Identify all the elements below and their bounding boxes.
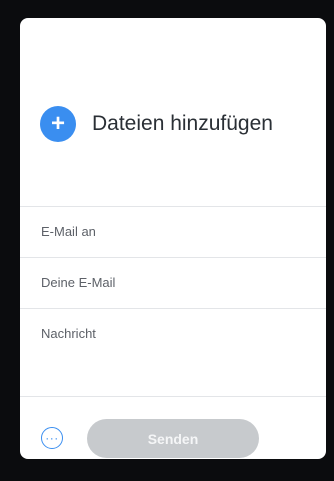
more-options-icon[interactable]: ··· <box>41 427 63 449</box>
email-to-field[interactable]: E-Mail an <box>20 206 326 257</box>
message-field[interactable]: Nachricht <box>20 308 326 359</box>
transfer-panel: + Dateien hinzufügen E-Mail an Deine E-M… <box>20 18 326 459</box>
add-files-button[interactable]: + Dateien hinzufügen <box>40 106 273 142</box>
add-files-label[interactable]: Dateien hinzufügen <box>92 112 273 136</box>
email-to-label: E-Mail an <box>41 224 96 239</box>
panel-footer: ··· Senden <box>20 396 326 459</box>
send-button[interactable]: Senden <box>87 419 259 458</box>
your-email-field[interactable]: Deine E-Mail <box>20 257 326 308</box>
plus-icon[interactable]: + <box>40 106 76 142</box>
message-label: Nachricht <box>41 326 96 341</box>
your-email-label: Deine E-Mail <box>41 275 116 290</box>
